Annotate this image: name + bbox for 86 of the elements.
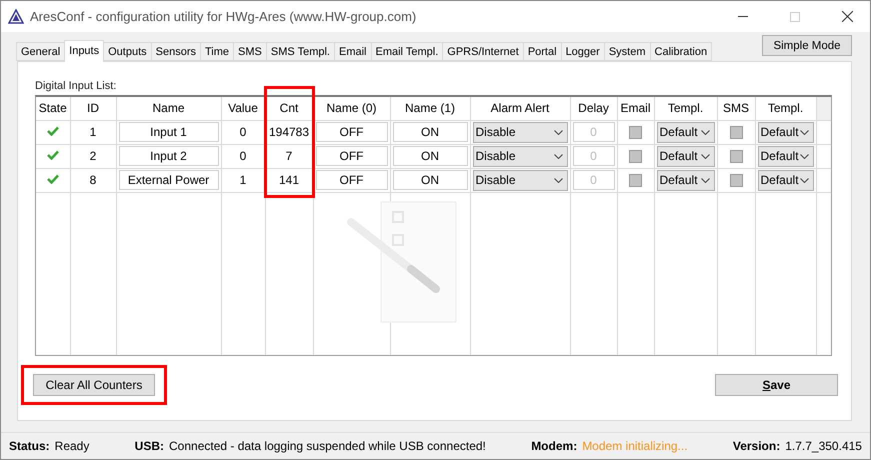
column-header: Templ. xyxy=(768,101,804,116)
save-button[interactable]: Save xyxy=(715,374,838,396)
table-cell: 2 xyxy=(90,149,96,163)
dropdown[interactable]: Default xyxy=(656,146,714,166)
simple-mode-button[interactable]: Simple Mode xyxy=(762,35,852,56)
dropdown[interactable]: Disable xyxy=(472,170,568,190)
tab[interactable]: Email xyxy=(334,42,372,61)
table-cell: 7 xyxy=(286,149,292,163)
dropdown[interactable]: Default xyxy=(656,170,714,190)
column-header: Email xyxy=(620,101,650,116)
caret-icon xyxy=(800,130,808,134)
tab[interactable]: Outputs xyxy=(103,42,152,61)
table-cell: 141 xyxy=(278,173,300,187)
input-field[interactable]: OFF xyxy=(316,170,388,190)
column-header: Name xyxy=(152,101,184,116)
column-header: Name (1) xyxy=(404,101,455,116)
checkbox[interactable] xyxy=(629,174,642,186)
close-icon xyxy=(842,11,852,22)
input-field[interactable]: External Power xyxy=(118,170,218,190)
tab[interactable]: SMS xyxy=(233,42,267,61)
status-label: Status: xyxy=(9,439,50,453)
dropdown[interactable]: Default xyxy=(758,146,814,166)
checkbox[interactable] xyxy=(629,150,642,162)
status-label: USB: xyxy=(134,439,164,453)
status-label: Version: xyxy=(732,439,780,453)
caret-icon xyxy=(554,154,562,158)
tab[interactable]: GPRS/Internet xyxy=(442,42,524,61)
status-label: Modem: xyxy=(531,439,578,453)
checkbox[interactable] xyxy=(730,174,742,186)
dropdown[interactable]: Default xyxy=(758,122,814,142)
caret-icon xyxy=(700,154,710,158)
tab[interactable]: Time xyxy=(200,42,234,61)
checkbox[interactable] xyxy=(730,150,742,162)
column-header: Name (0) xyxy=(326,101,376,116)
clear-counters-button[interactable]: Clear All Counters xyxy=(33,374,155,396)
column-header: Templ. xyxy=(668,101,704,116)
dropdown[interactable]: Disable xyxy=(472,122,568,142)
status-value: Modem initializing... xyxy=(582,439,688,453)
status-value: 1.7.7_350.415 xyxy=(785,439,862,453)
input-field[interactable]: ON xyxy=(392,146,468,166)
table-cell: 8 xyxy=(90,173,96,187)
tab[interactable]: System xyxy=(604,42,651,61)
status-value: Ready xyxy=(54,439,90,453)
dropdown[interactable]: Disable xyxy=(472,146,568,166)
tab[interactable]: Email Templ. xyxy=(370,42,444,61)
column-header: SMS xyxy=(722,101,749,116)
caret-icon xyxy=(800,178,808,182)
tab[interactable]: Logger xyxy=(560,42,605,61)
table-cell: 0 xyxy=(240,149,246,163)
list-label: Digital Input List: xyxy=(35,80,118,92)
dropdown[interactable]: Default xyxy=(656,122,714,142)
caret-icon xyxy=(554,178,562,182)
column-header: Value xyxy=(228,101,258,116)
input-field[interactable]: ON xyxy=(392,122,468,142)
maximize-icon xyxy=(790,12,800,22)
tab[interactable]: Calibration xyxy=(650,42,712,61)
tab[interactable]: General xyxy=(16,42,66,61)
caret-icon xyxy=(700,130,710,134)
column-header: ID xyxy=(87,101,99,116)
column-header: Alarm Alert xyxy=(490,101,550,116)
input-field[interactable]: Input 1 xyxy=(118,122,218,142)
input-field[interactable]: Input 2 xyxy=(118,146,218,166)
checkbox[interactable] xyxy=(629,126,642,138)
caret-icon xyxy=(554,130,562,134)
dropdown[interactable]: Default xyxy=(758,170,814,190)
minimize-icon xyxy=(738,16,748,17)
column-header: Delay xyxy=(578,101,609,116)
status-value: Connected - data logging suspended while USB connected! xyxy=(169,439,486,453)
tab[interactable]: SMS Templ. xyxy=(266,42,335,61)
input-field[interactable]: ON xyxy=(392,170,468,190)
tab[interactable]: Inputs xyxy=(64,40,104,62)
checkbox[interactable] xyxy=(730,126,742,138)
caret-icon xyxy=(700,178,710,182)
app-logo-icon xyxy=(8,9,24,24)
tab[interactable]: Portal xyxy=(522,42,562,61)
column-header: State xyxy=(38,101,67,116)
table-cell: 194783 xyxy=(268,125,310,139)
table-cell: 1 xyxy=(90,125,96,139)
tab[interactable]: Sensors xyxy=(150,42,201,61)
column-header: Cnt xyxy=(280,101,298,116)
caret-icon xyxy=(800,154,808,158)
window-title: AresConf - configuration utility for HWg-Ares (www.HW-group.com) xyxy=(30,9,418,24)
table-cell: 0 xyxy=(240,125,246,139)
table-cell: 1 xyxy=(240,173,246,187)
input-field[interactable]: OFF xyxy=(316,146,388,166)
input-field[interactable]: OFF xyxy=(316,122,388,142)
